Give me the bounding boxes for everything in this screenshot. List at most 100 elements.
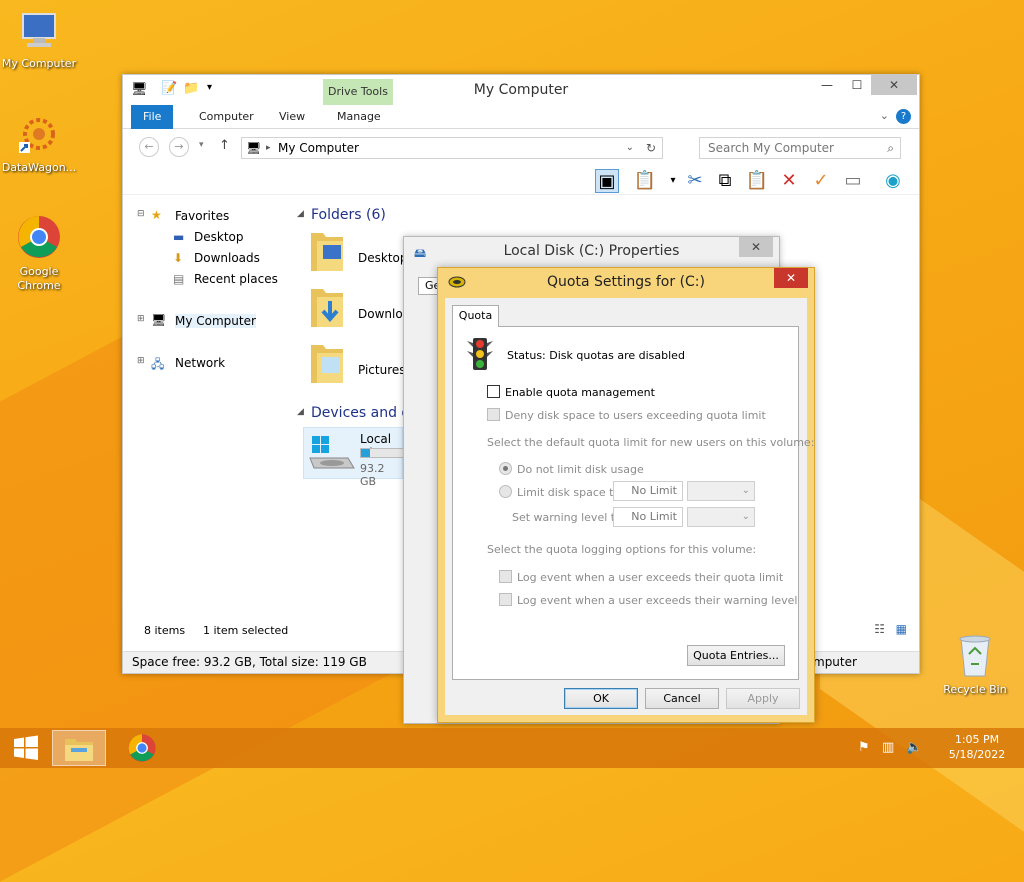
taskbar-chrome[interactable] [116,730,168,766]
group-header-folders[interactable]: Folders (6) [311,207,386,223]
star-icon: ★ [151,208,162,222]
action-center-icon[interactable]: ⚑ [858,740,870,755]
tab-view[interactable]: View [267,105,317,129]
warning-unit-select[interactable]: ⌄ [687,507,755,527]
limit-value-field[interactable]: No Limit [613,481,683,501]
paste-icon[interactable]: 📋 [745,169,769,193]
properties-close-button[interactable]: ✕ [739,237,773,257]
radio-button[interactable] [499,485,512,498]
ok-button[interactable]: OK [564,688,638,709]
taskbar-file-explorer[interactable] [52,730,106,766]
recycle-bin-icon [959,635,991,677]
large-icons-view-icon[interactable]: ▦ [896,622,907,636]
nav-my-computer[interactable]: My Computer [175,314,256,328]
rename-icon[interactable]: ✓ [809,169,833,193]
clock[interactable]: 1:05 PM 5/18/2022 [938,732,1016,762]
computer-icon: 🖥 [246,141,262,155]
preview-pane-icon[interactable]: ▣ [595,169,619,193]
folder-item-downloads[interactable]: Downlo [358,307,403,321]
checkbox-box[interactable] [499,593,512,606]
address-input[interactable]: 🖥 ▸ My Computer ⌄ ↻ [241,137,663,159]
expand-icon[interactable]: ⊞ [137,356,145,366]
details-view-icon[interactable]: ☷ [874,622,885,636]
breadcrumb-chevron-icon[interactable]: ▸ [266,138,271,158]
minimize-button[interactable]: — [813,75,841,95]
refresh-icon[interactable]: ↻ [646,138,656,158]
checkbox-box[interactable] [499,570,512,583]
deny-disk-space-checkbox[interactable]: Deny disk space to users exceeding quota… [487,408,766,422]
folder-item-desktop[interactable]: Desktop [358,251,408,265]
properties-icon[interactable]: 📋 [633,169,657,193]
checkbox-box[interactable] [487,408,500,421]
tab-computer[interactable]: Computer [187,105,266,129]
nav-item-desktop[interactable]: Desktop [194,230,244,244]
start-button[interactable] [0,730,52,766]
group-collapse-icon[interactable]: ◢ [297,407,304,417]
desktop-icon-recycle-bin[interactable]: Recycle Bin [936,632,1014,697]
enable-quota-checkbox[interactable]: Enable quota management [487,385,655,399]
logging-options-label: Select the quota logging options for thi… [487,543,757,556]
do-not-limit-label: Do not limit disk usage [517,463,644,476]
address-dropdown-icon[interactable]: ⌄ [626,138,634,158]
limit-disk-space-radio[interactable]: Limit disk space to [499,485,620,499]
tab-file[interactable]: File [131,105,174,129]
explorer-titlebar[interactable]: 🖥 📝 📁 ▾ My Computer — ☐ ✕ [123,75,919,105]
do-not-limit-radio[interactable]: Do not limit disk usage [499,462,644,476]
network-status-icon[interactable]: ▥ [882,740,894,755]
drive-usage-bar [360,448,404,458]
limit-unit-select[interactable]: ⌄ [687,481,755,501]
delete-icon[interactable]: ✕ [777,169,801,193]
checkbox-box[interactable] [487,385,500,398]
window-title: My Computer [473,82,569,98]
format-icon[interactable]: ▭ [841,169,865,193]
search-input[interactable]: Search My Computer ⌕ [699,137,901,159]
apply-button[interactable]: Apply [726,688,800,709]
close-button[interactable]: ✕ [871,75,917,95]
expand-ribbon-icon[interactable]: ⌄ [880,109,889,122]
folder-item-pictures[interactable]: Pictures [358,363,406,377]
tab-manage[interactable]: Manage [325,105,393,129]
copy-icon[interactable]: ⧉ [713,169,737,193]
desktop-icon-my-computer[interactable]: My Computer [0,10,78,71]
cut-icon[interactable]: ✂ [683,169,707,193]
back-icon[interactable]: ← [139,137,159,157]
nav-favorites[interactable]: Favorites [175,209,229,223]
dropdown-icon[interactable]: ▾ [661,169,685,193]
nav-item-downloads[interactable]: Downloads [194,251,260,265]
group-header-devices[interactable]: Devices and d [311,405,410,421]
cancel-button[interactable]: Cancel [645,688,719,709]
recent-locations-icon[interactable]: ▾ [199,140,204,150]
limit-disk-space-label: Limit disk space to [517,486,621,499]
nav-network[interactable]: Network [175,356,225,370]
quota-entries-button[interactable]: Quota Entries... [687,645,785,666]
quota-dialog-title: Quota Settings for (C:) [547,274,705,290]
desktop-icon-datawagon[interactable]: DataWagon... [0,112,78,175]
up-icon[interactable]: ↑ [219,138,230,153]
radio-button[interactable] [499,462,512,475]
address-text: My Computer [278,141,359,155]
properties-title: Local Disk (C:) Properties [503,243,680,259]
help-icon[interactable]: ? [896,109,911,124]
volume-muted-icon[interactable]: 🔈 [906,740,922,755]
nav-item-recent-places[interactable]: Recent places [194,272,278,286]
datawagon-icon [19,118,55,153]
network-icon: 🖧 [151,357,165,371]
log-warning-checkbox[interactable]: Log event when a user exceeds their warn… [499,593,797,607]
forward-icon[interactable]: → [169,137,189,157]
quota-close-button[interactable]: ✕ [774,268,808,288]
maximize-button[interactable]: ☐ [843,75,871,95]
desktop-icon-chrome[interactable]: Google Chrome [0,214,78,293]
chrome-icon [128,734,156,762]
globe-icon[interactable]: ◉ [881,169,905,193]
drive-size: 93.2 GB [360,462,385,488]
log-limit-checkbox[interactable]: Log event when a user exceeds their quot… [499,570,783,584]
group-collapse-icon[interactable]: ◢ [297,209,304,219]
collapse-icon[interactable]: ⊟ [137,209,145,219]
tab-quota[interactable]: Quota [452,305,499,327]
expand-icon[interactable]: ⊞ [137,314,145,324]
desktop-icon: ▬ [173,230,185,244]
warning-value-field[interactable]: No Limit [613,507,683,527]
log-warning-label: Log event when a user exceeds their warn… [517,594,798,607]
drive-item-local-disk[interactable]: Local Di 93.2 GB [303,427,404,488]
recent-places-icon: ▤ [173,272,185,286]
